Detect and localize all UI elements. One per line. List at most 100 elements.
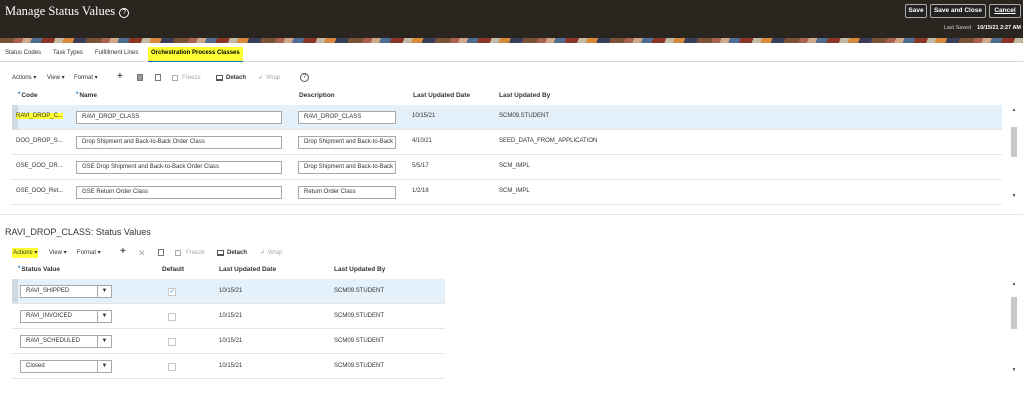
col-last-updated-date[interactable]: Last Updated Date: [219, 266, 276, 273]
default-checkbox[interactable]: [168, 313, 176, 321]
cancel-button[interactable]: Cancel: [989, 4, 1021, 18]
tab-fulfillment-lines[interactable]: Fulfillment Lines: [95, 50, 138, 56]
detach-icon[interactable]: [216, 75, 223, 81]
updated-by-cell: SCM09.STUDENT: [334, 313, 385, 319]
table-row[interactable]: RAVI_SCHEDULED ▼ 10/15/21 SCM09.STUDENT: [12, 329, 445, 354]
required-icon: *: [18, 92, 21, 98]
scroll-thumb[interactable]: [1011, 127, 1017, 157]
col-name[interactable]: *Name: [76, 92, 97, 99]
updated-by-cell: SCM09.STUDENT: [334, 338, 385, 344]
date-cell: 10/15/21: [219, 363, 243, 369]
table-row[interactable]: RAVI_INVOICED ▼ 10/15/21 SCM09.STUDENT: [12, 304, 445, 329]
col-last-updated-date[interactable]: Last Updated Date: [413, 92, 470, 99]
col-description[interactable]: Description: [299, 92, 335, 99]
vertical-scrollbar[interactable]: ▲ ▼: [1010, 105, 1018, 203]
status-value-select[interactable]: Closed ▼: [20, 360, 112, 373]
code-cell[interactable]: RAVI_DROP_C...: [16, 113, 63, 119]
row-selector[interactable]: [12, 279, 18, 303]
view-menu[interactable]: View ▾: [47, 73, 65, 83]
description-input[interactable]: Drop Shipment and Back-to-Back C: [298, 136, 396, 149]
description-input[interactable]: Return Order Class: [298, 186, 396, 199]
col-default[interactable]: Default: [162, 266, 184, 273]
default-checkbox[interactable]: [168, 363, 176, 371]
tab-orchestration-process-classes[interactable]: Orchestration Process Classes: [148, 47, 243, 62]
dropdown-icon[interactable]: ▼: [97, 286, 111, 297]
format-menu[interactable]: Format ▾: [74, 73, 98, 83]
default-checkbox[interactable]: [168, 338, 176, 346]
format-menu[interactable]: Format ▾: [77, 248, 101, 258]
scroll-down-icon[interactable]: ▼: [1010, 367, 1018, 373]
description-input[interactable]: Drop Shipment and Back-to-Back C: [298, 161, 396, 174]
table-row[interactable]: RAVI_DROP_C... RAVI_DROP_CLASS RAVI_DROP…: [12, 105, 1002, 130]
scroll-down-icon[interactable]: ▼: [1010, 193, 1018, 199]
freeze-column-icon[interactable]: [155, 74, 161, 81]
updated-by-cell: SCM_IMPL: [499, 163, 530, 169]
dropdown-icon[interactable]: ▼: [97, 336, 111, 347]
code-cell[interactable]: GSE_DOO_Ret...: [16, 188, 63, 194]
status-values-table: *Status Value Default Last Updated Date …: [12, 266, 1023, 381]
section-divider: [0, 214, 1023, 215]
dropdown-icon[interactable]: ▼: [97, 311, 111, 322]
actions-menu[interactable]: Actions ▾: [12, 248, 39, 258]
freeze-label: Freeze: [186, 250, 205, 256]
tab-task-types[interactable]: Task Types: [53, 50, 83, 56]
add-icon[interactable]: +: [117, 72, 123, 82]
freeze-icon: [172, 75, 178, 81]
code-cell[interactable]: GSE_DOO_DR...: [16, 163, 63, 169]
view-menu[interactable]: View ▾: [49, 248, 67, 258]
scroll-thumb[interactable]: [1011, 297, 1017, 329]
detach-icon[interactable]: [217, 250, 224, 256]
classes-table: *Code *Name Description Last Updated Dat…: [12, 92, 1023, 207]
last-saved: Last Saved 10/15/21 2:27 AM: [944, 25, 1021, 31]
date-cell: 10/15/21: [219, 313, 243, 319]
status-toolbar: Actions ▾ View ▾ Format ▾ + ✕ Freeze Det…: [12, 247, 312, 258]
freeze-label: Freeze: [182, 75, 201, 81]
page-title: Manage Status Values?: [5, 4, 130, 19]
actions-menu[interactable]: Actions ▾: [12, 73, 36, 83]
table-row[interactable]: GSE_DOO_DR... GSE Drop Shipment and Back…: [12, 155, 1002, 180]
status-value-text: RAVI_INVOICED: [26, 313, 72, 319]
status-value-text: Closed: [26, 363, 45, 369]
help-icon[interactable]: ?: [300, 73, 309, 82]
status-value-text: RAVI_SCHEDULED: [26, 338, 80, 344]
table-row[interactable]: DOO_DROP_S... Drop Shipment and Back-to-…: [12, 130, 1002, 155]
save-and-close-button[interactable]: Save and Close: [930, 4, 986, 18]
name-input[interactable]: GSE Return Order Class: [76, 186, 282, 199]
date-cell: 10/15/21: [412, 113, 436, 119]
scroll-up-icon[interactable]: ▲: [1010, 281, 1018, 287]
description-input[interactable]: RAVI_DROP_CLASS: [298, 111, 396, 124]
freeze-column-icon[interactable]: [158, 249, 164, 256]
name-input[interactable]: Drop Shipment and Back-to-Back Order Cla…: [76, 136, 282, 149]
add-icon[interactable]: +: [120, 247, 126, 257]
name-input[interactable]: GSE Drop Shipment and Back-to-Back Order…: [76, 161, 282, 174]
tab-status-codes[interactable]: Status Codes: [5, 50, 41, 56]
status-value-select[interactable]: RAVI_SCHEDULED ▼: [20, 335, 112, 348]
name-input[interactable]: RAVI_DROP_CLASS: [76, 111, 282, 124]
detach-button[interactable]: Detach: [226, 73, 246, 83]
col-name-label: Name: [79, 92, 98, 99]
col-status-value[interactable]: *Status Value: [18, 266, 60, 273]
col-code[interactable]: *Code: [18, 92, 38, 99]
tab-bar: Status Codes Task Types Fulfillment Line…: [0, 47, 1023, 62]
col-last-updated-by[interactable]: Last Updated By: [334, 266, 385, 273]
col-last-updated-by[interactable]: Last Updated By: [499, 92, 550, 99]
status-section-title: RAVI_DROP_CLASS: Status Values: [5, 227, 151, 237]
table-row[interactable]: GSE_DOO_Ret... GSE Return Order Class Re…: [12, 180, 1002, 205]
status-value-select[interactable]: RAVI_INVOICED ▼: [20, 310, 112, 323]
table-row[interactable]: Closed ▼ 10/15/21 SCM09.STUDENT: [12, 354, 445, 379]
save-button[interactable]: Save: [905, 4, 927, 18]
detach-button[interactable]: Detach: [227, 248, 247, 258]
code-cell[interactable]: DOO_DROP_S...: [16, 138, 63, 144]
scroll-up-icon[interactable]: ▲: [1010, 107, 1018, 113]
last-saved-value: 10/15/21 2:27 AM: [977, 25, 1021, 31]
status-value-select[interactable]: RAVI_SHIPPED ▼: [20, 285, 112, 298]
date-cell: 5/5/17: [412, 163, 429, 169]
wrap-button: Wrap: [266, 75, 281, 81]
date-cell: 4/10/21: [412, 138, 433, 144]
delete-icon[interactable]: [137, 74, 143, 81]
default-checkbox[interactable]: ✓: [168, 288, 176, 296]
table-row[interactable]: RAVI_SHIPPED ▼ ✓ 10/15/21 SCM09.STUDENT: [12, 279, 445, 304]
help-icon[interactable]: ?: [119, 8, 130, 18]
vertical-scrollbar[interactable]: ▲ ▼: [1010, 279, 1018, 377]
dropdown-icon[interactable]: ▼: [97, 361, 111, 372]
